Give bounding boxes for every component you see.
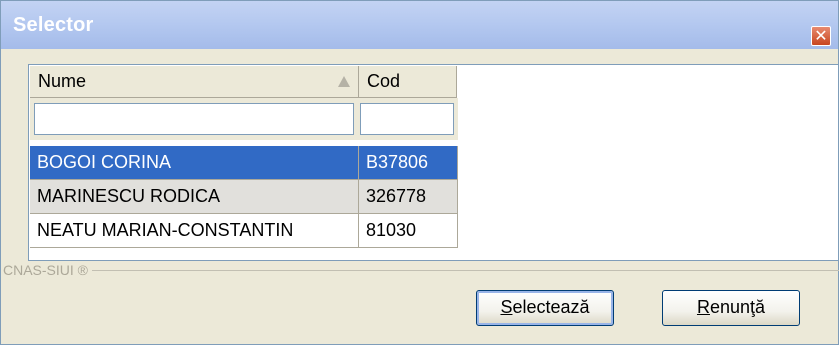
- column-header-nume[interactable]: Nume: [30, 66, 359, 98]
- cell-cod[interactable]: 81030: [359, 214, 458, 248]
- close-icon[interactable]: ✕: [811, 26, 831, 46]
- select-accelerator: S: [500, 297, 513, 317]
- group-divider: [3, 270, 839, 271]
- window-title: Selector: [13, 14, 94, 36]
- sort-ascending-icon: [338, 76, 350, 87]
- cell-nume[interactable]: NEATU MARIAN-CONSTANTIN: [30, 214, 359, 248]
- filter-cod-input[interactable]: [360, 103, 454, 135]
- column-header-cod-label: Cod: [367, 71, 401, 91]
- title-bar[interactable]: Selector ✕: [1, 1, 838, 49]
- filter-nume-input[interactable]: [34, 103, 354, 135]
- cancel-accelerator: R: [696, 297, 710, 317]
- column-header-cod[interactable]: Cod: [359, 66, 457, 98]
- selector-window: Selector ✕ Nume Cod BOGOI CORINA B37806 …: [0, 0, 839, 345]
- column-header-nume-label: Nume: [38, 71, 87, 91]
- cancel-button-label: enunţă: [709, 297, 766, 317]
- cell-cod[interactable]: B37806: [359, 146, 458, 180]
- cell-cod[interactable]: 326778: [359, 180, 458, 214]
- brand-label: CNAS-SIUI ®: [3, 262, 92, 278]
- cancel-button[interactable]: Renunţă: [662, 290, 800, 326]
- cell-nume[interactable]: BOGOI CORINA: [30, 146, 359, 180]
- cell-nume[interactable]: MARINESCU RODICA: [30, 180, 359, 214]
- table-row[interactable]: BOGOI CORINA B37806: [30, 146, 458, 180]
- filter-row: [30, 98, 458, 140]
- grid-panel: Nume Cod BOGOI CORINA B37806 MARINESCU R…: [28, 64, 839, 261]
- table-row[interactable]: MARINESCU RODICA 326778: [30, 180, 458, 214]
- table-row[interactable]: NEATU MARIAN-CONSTANTIN 81030: [30, 214, 458, 248]
- select-button[interactable]: Selectează: [476, 290, 614, 326]
- select-button-label: electează: [512, 297, 590, 317]
